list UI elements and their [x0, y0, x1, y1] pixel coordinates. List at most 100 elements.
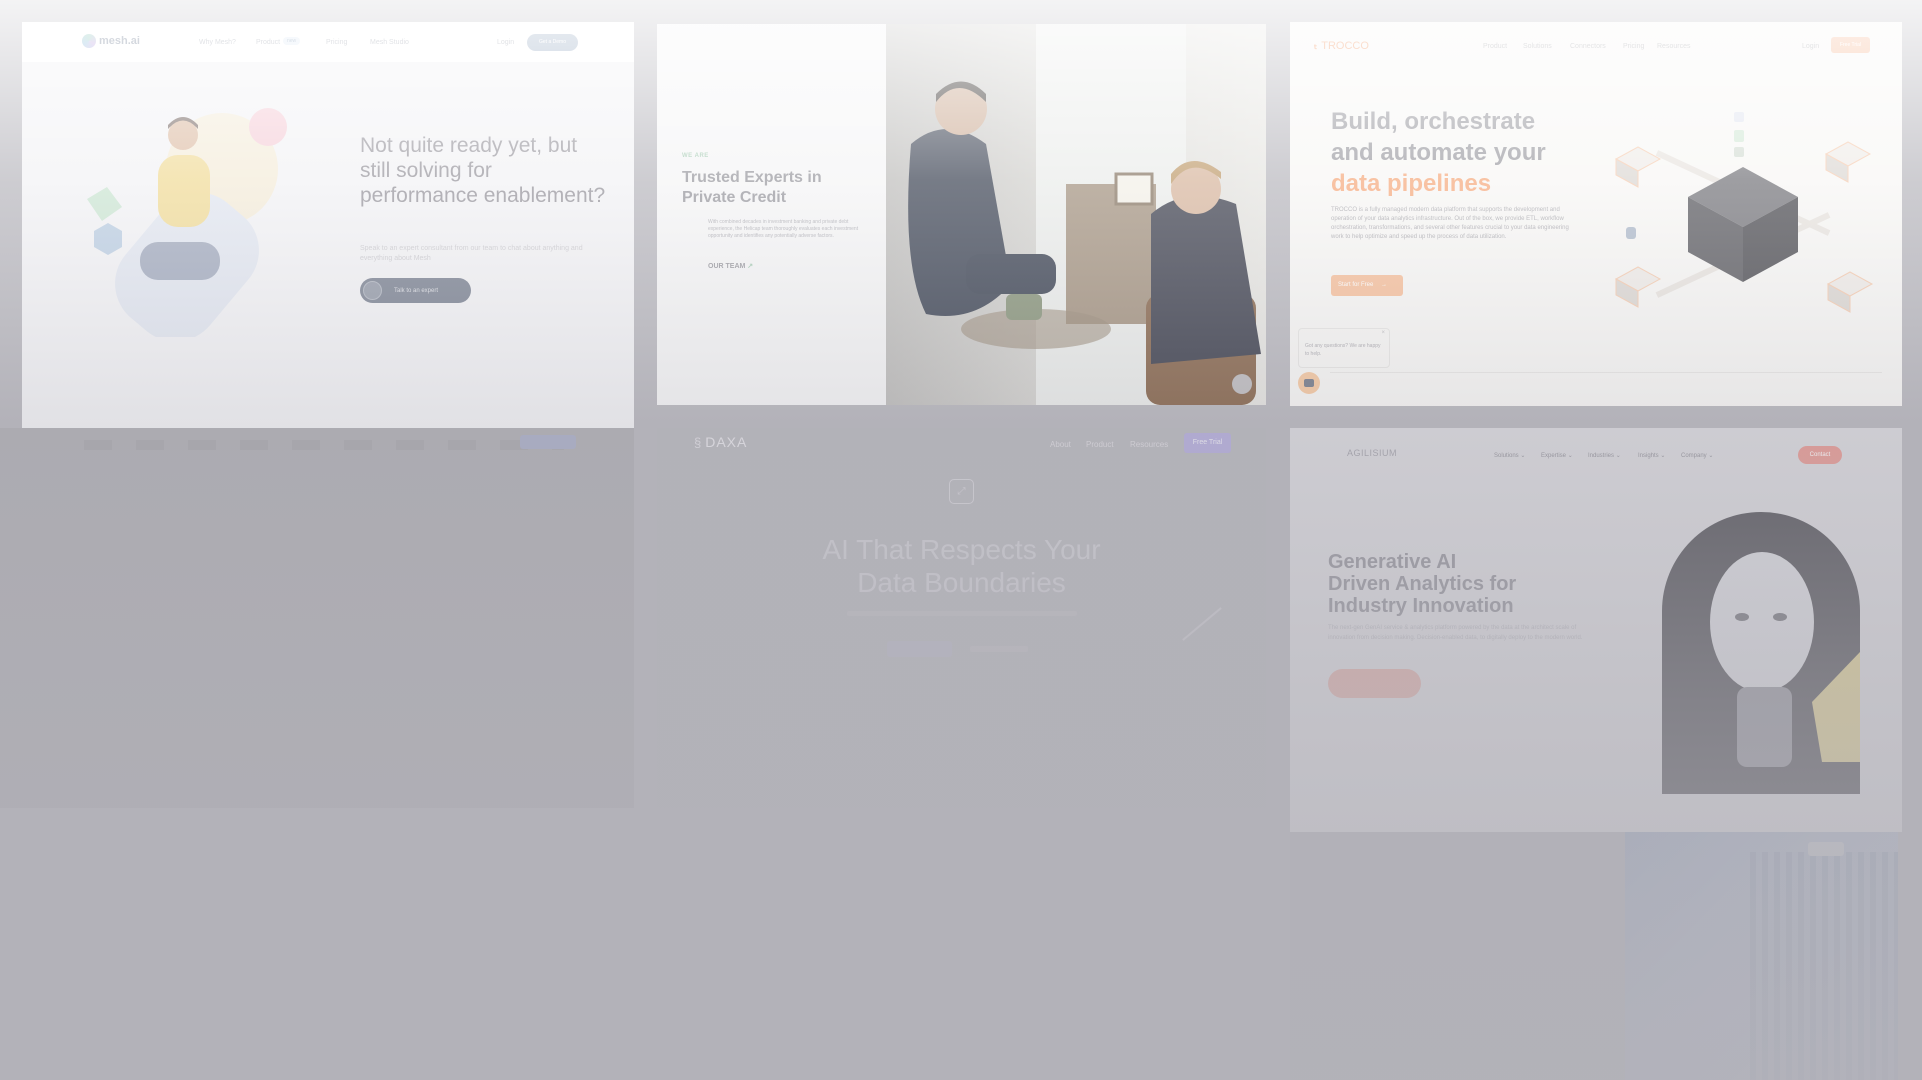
doc-icon-2 [1734, 130, 1744, 142]
trocco-card[interactable]: ₜ TROCCO Product Solutions Connectors Pr… [1290, 22, 1902, 406]
daxa-nav-product[interactable]: Product [1086, 440, 1114, 449]
daxa-headline-line-1: AI That Respects Your [822, 534, 1101, 565]
chevron-down-icon: ⌄ [1567, 453, 1573, 459]
meshai-nav-product[interactable]: Product [256, 39, 280, 46]
agilisium-cta-button[interactable] [1328, 669, 1421, 698]
credit-card[interactable]: WE ARE Trusted Experts in Private Credit… [657, 24, 1266, 405]
agilisium-headline-line-3: Industry Innovation [1328, 595, 1514, 617]
mesh-person-body [158, 155, 210, 227]
agilisium-nav-solutions-label: Solutions [1494, 453, 1519, 459]
trocco-chat-button[interactable] [1298, 372, 1320, 394]
trocco-nav-solutions[interactable]: Solutions [1523, 43, 1552, 50]
meshai-login-link[interactable]: Login [497, 39, 514, 46]
meshai-card[interactable]: mesh.ai Why Mesh? Product new Pricing Me… [22, 22, 634, 429]
cube-bottom-left [1614, 266, 1662, 308]
agilisium-nav-industries-label: Industries [1588, 453, 1615, 459]
dark-card[interactable] [0, 428, 634, 808]
daxa-trial-label: Free Trial [1192, 439, 1223, 446]
db-icon [1626, 227, 1636, 239]
trocco-nav-resources[interactable]: Resources [1657, 43, 1690, 50]
agilisium-headline-line-2: Driven Analytics for [1328, 573, 1517, 595]
daxa-nav-about[interactable]: About [1050, 440, 1071, 449]
agilisium-headline-line-1: Generative AI [1328, 551, 1457, 573]
meshai-demo-label: Get a Demo [539, 39, 566, 45]
agilisium-contact-label: Contact [1809, 452, 1831, 458]
mesh-green-shape [87, 187, 122, 221]
credit-team-link[interactable]: OUR TEAM ↗ [708, 262, 753, 270]
mesh-logo-icon [82, 34, 96, 48]
mesh-hex-shape [94, 223, 122, 255]
daxa-secondary-button[interactable] [970, 646, 1028, 652]
meshai-demo-button[interactable]: Get a Demo [527, 34, 578, 51]
meshai-product-badge: new [283, 37, 301, 45]
meshai-nav-studio[interactable]: Mesh Studio [370, 39, 409, 46]
trocco-cta-label: Start for Free [1338, 282, 1374, 288]
doc-icon-3 [1734, 147, 1744, 157]
robot-eye-right [1773, 613, 1787, 621]
credit-photo [886, 24, 1266, 405]
agilisium-nav-company-label: Company [1681, 453, 1707, 459]
agilisium-nav-insights[interactable]: Insights ⌄ [1638, 452, 1665, 459]
daxa-decor-line [1182, 607, 1222, 641]
daxa-subtext-line [847, 611, 1077, 616]
agilisium-card[interactable]: AGILISIUM Solutions ⌄ Expertise ⌄ Indust… [1290, 428, 1902, 832]
daxa-trial-button[interactable]: Free Trial [1184, 433, 1231, 453]
daxa-nav-resources[interactable]: Resources [1130, 440, 1168, 449]
daxa-primary-button[interactable] [887, 641, 952, 657]
trocco-logo-icon: ₜ [1314, 40, 1318, 52]
meshai-headline: Not quite ready yet, but still solving f… [360, 134, 606, 207]
doc-icon-1 [1734, 112, 1744, 122]
meshai-subtext: Speak to an expert consultant from our t… [360, 245, 583, 262]
agilisium-headline: Generative AI Driven Analytics for Indus… [1328, 551, 1516, 617]
building-card[interactable] [1290, 832, 1898, 1080]
meshai-logo[interactable]: mesh.ai [82, 34, 140, 48]
credit-team-label: OUR TEAM [708, 263, 746, 270]
trocco-nav-connectors[interactable]: Connectors [1570, 43, 1606, 50]
trocco-login-link[interactable]: Login [1802, 43, 1819, 50]
close-icon[interactable]: × [1381, 330, 1385, 336]
trocco-chat-text: Got any questions? We are happy to help. [1305, 343, 1381, 357]
trocco-logo[interactable]: ₜ TROCCO [1314, 39, 1369, 53]
trocco-headline: Build, orchestrate and automate your dat… [1331, 106, 1546, 199]
photo-chat-widget [1232, 374, 1252, 394]
daxa-card[interactable]: § DAXA About Product Resources Free Tria… [657, 428, 1266, 808]
photo-person-left-legs [966, 254, 1056, 294]
dark-card-nav-bar [84, 440, 564, 450]
agilisium-logo[interactable]: AGILISIUM [1347, 448, 1397, 458]
building-nav-button[interactable] [1808, 842, 1844, 856]
meshai-cta-button[interactable]: Talk to an expert [360, 278, 471, 303]
chevron-down-icon: ⌄ [1708, 453, 1714, 459]
chevron-down-icon: ⌄ [1615, 453, 1621, 459]
daxa-logo[interactable]: § DAXA [694, 434, 747, 450]
cube-top-right [1824, 141, 1872, 183]
dark-card-button[interactable] [520, 435, 576, 449]
trocco-headline-line-1: Build, orchestrate [1331, 108, 1536, 135]
trocco-nav-product[interactable]: Product [1483, 43, 1507, 50]
daxa-headline-line-2: Data Boundaries [857, 567, 1066, 598]
robot-eye-left [1735, 613, 1749, 621]
agilisium-contact-button[interactable]: Contact [1798, 446, 1842, 464]
meshai-nav-pricing[interactable]: Pricing [326, 39, 347, 46]
agilisium-nav-company[interactable]: Company ⌄ [1681, 452, 1713, 459]
chevron-down-icon: ⌄ [1660, 453, 1666, 459]
agilisium-nav-solutions[interactable]: Solutions ⌄ [1494, 452, 1525, 459]
meshai-logo-text: mesh.ai [99, 35, 140, 47]
meshai-nav-why[interactable]: Why Mesh? [199, 39, 236, 46]
mesh-pink-circle [249, 108, 287, 146]
meshai-cta-label: Talk to an expert [394, 287, 439, 294]
agilisium-nav-insights-label: Insights [1638, 453, 1659, 459]
trocco-headline-accent: data pipelines [1331, 170, 1492, 197]
daxa-headline: AI That Respects Your Data Boundaries [657, 533, 1266, 599]
credit-body: With combined decades in investment bank… [708, 219, 859, 239]
trocco-chat-popup[interactable]: × Got any questions? We are happy to hel… [1298, 328, 1390, 368]
trocco-trial-button[interactable]: Free Trial [1831, 37, 1870, 53]
cube-top-left [1614, 146, 1662, 188]
credit-headline: Trusted Experts in Private Credit [682, 169, 822, 206]
daxa-feature-icon: ⤢ [949, 479, 974, 504]
agilisium-nav-expertise[interactable]: Expertise ⌄ [1541, 452, 1573, 459]
agilisium-nav-industries[interactable]: Industries ⌄ [1588, 452, 1621, 459]
robot-neck [1737, 687, 1792, 767]
trocco-nav-pricing[interactable]: Pricing [1623, 43, 1644, 50]
trocco-trial-label: Free Trial [1839, 42, 1862, 48]
trocco-cta-button[interactable]: Start for Free → [1331, 275, 1403, 296]
